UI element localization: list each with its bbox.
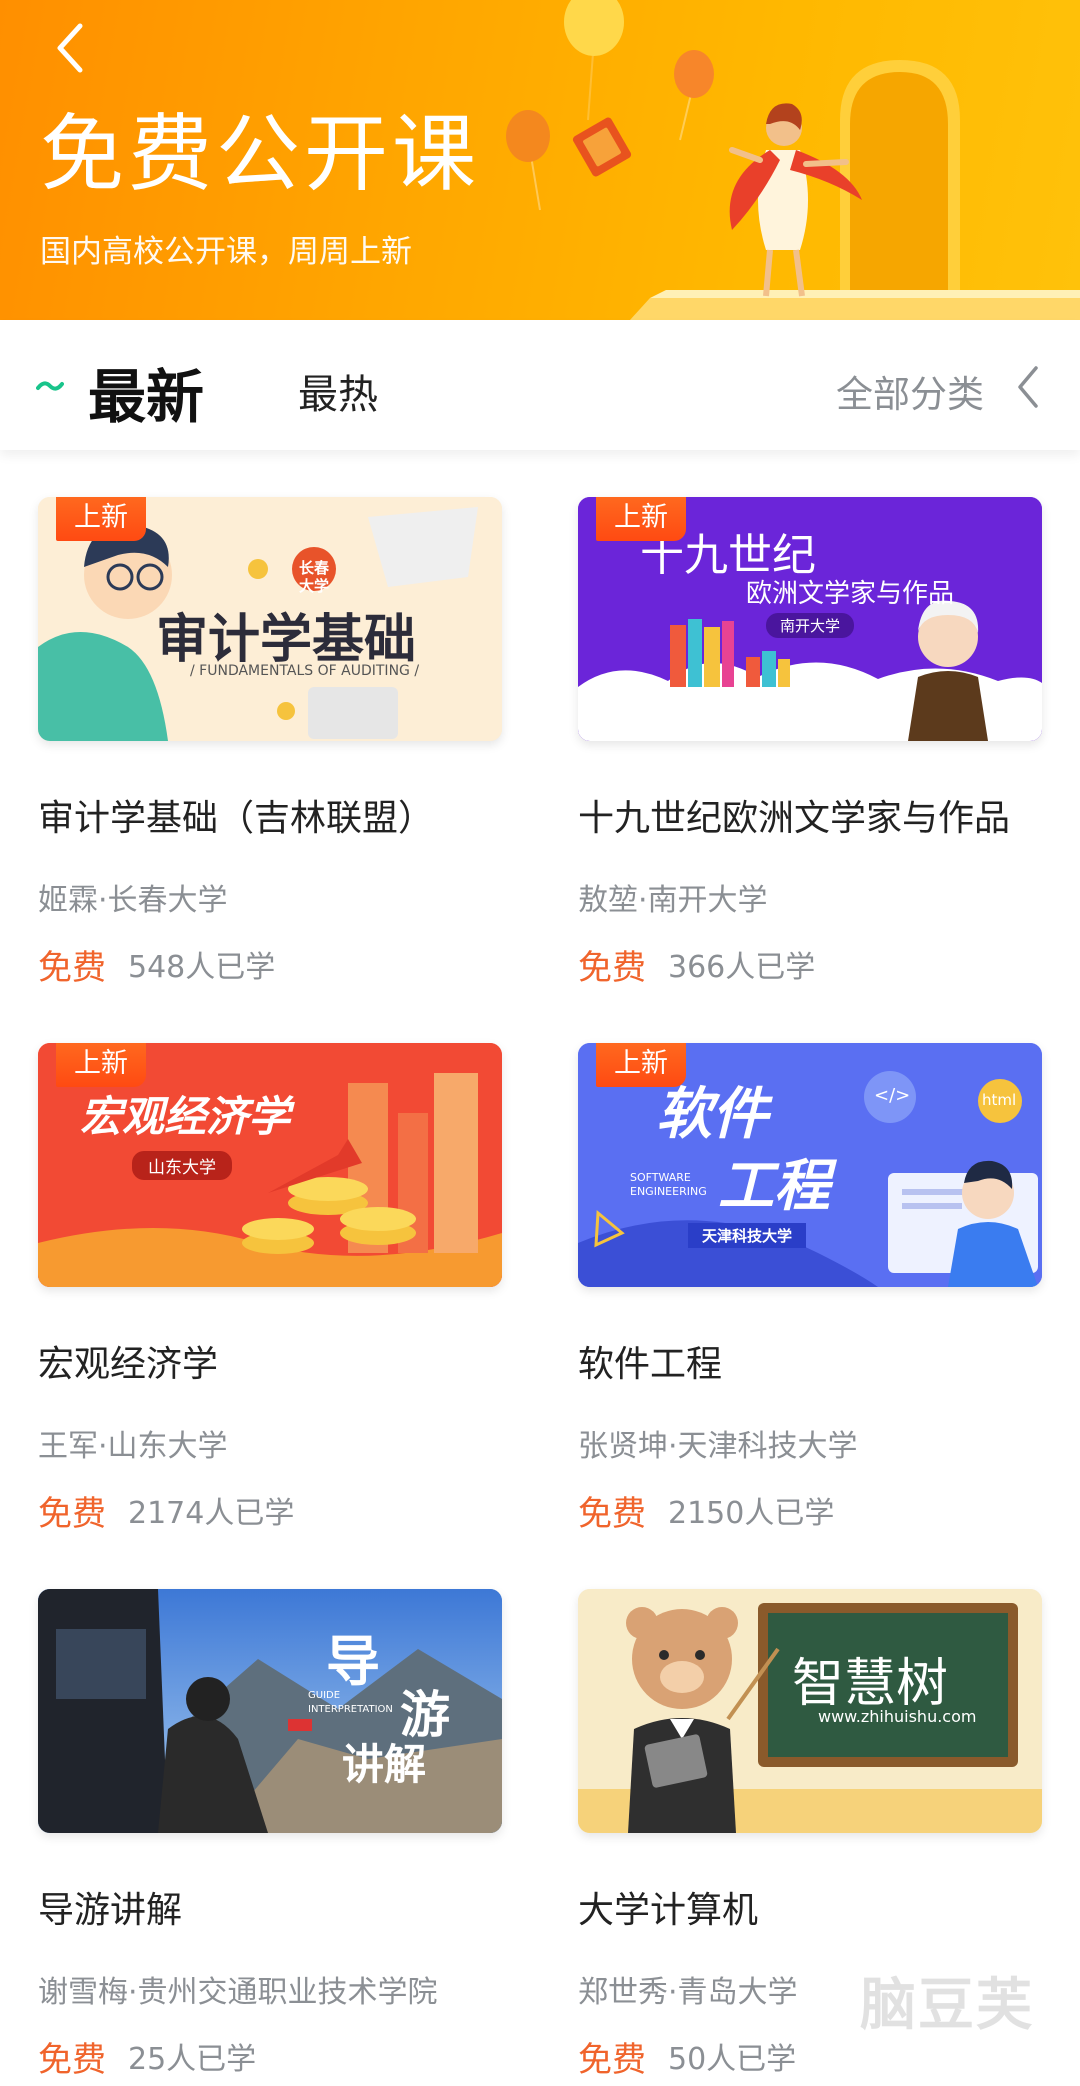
course-thumbnail[interactable]: 上新 十九世纪 欧洲文学家与作品 南开大学 xyxy=(578,497,1042,741)
course-learner-count: 25人已学 xyxy=(128,2042,257,2077)
course-price: 免费 xyxy=(578,1494,646,1534)
page-subtitle: 国内高校公开课，周周上新 xyxy=(40,234,412,270)
course-learner-count: 50人已学 xyxy=(668,2042,797,2077)
code-icon: </> xyxy=(874,1085,911,1106)
thumbnail-title: 导 xyxy=(326,1630,380,1693)
course-teacher: 王军·山东大学 xyxy=(38,1429,228,1464)
new-badge: 上新 xyxy=(596,497,686,541)
course-card[interactable]: 上新 十九世纪 欧洲文学家与作品 南开大学 十九世纪欧洲文学家与作品 敖堃·南开… xyxy=(578,497,1044,988)
course-thumbnail[interactable]: 导 游 讲解 GUIDE INTERPRETATION xyxy=(38,1589,502,1833)
course-card[interactable]: 导 游 讲解 GUIDE INTERPRETATION 导游讲解 谢雪梅·贵州交… xyxy=(38,1589,504,2080)
course-price: 免费 xyxy=(38,2040,106,2080)
course-learner-count: 2174人已学 xyxy=(128,1496,295,1531)
course-learner-count: 366人已学 xyxy=(668,950,816,985)
course-teacher: 姬霖·长春大学 xyxy=(38,883,228,918)
thumbnail-title-line3: 讲解 xyxy=(342,1740,427,1789)
course-price: 免费 xyxy=(38,948,106,988)
tab-latest[interactable]: 最新 xyxy=(88,350,204,434)
thumbnail-school-tag: 山东大学 xyxy=(132,1151,232,1180)
new-badge: 上新 xyxy=(56,1043,146,1087)
thumbnail-title-line2: 工程 xyxy=(718,1154,830,1219)
course-title: 软件工程 xyxy=(578,1344,723,1385)
html-icon: html xyxy=(982,1091,1017,1109)
thumbnail-subtitle: / FUNDAMENTALS OF AUDITING / xyxy=(190,663,420,679)
chevron-left-icon[interactable] xyxy=(1012,362,1042,412)
course-title: 十九世纪欧洲文学家与作品 xyxy=(578,798,1011,839)
thumbnail-title: 宏观经济学 xyxy=(80,1092,291,1141)
course-price: 免费 xyxy=(578,2040,646,2080)
page-title: 免费公开课 xyxy=(40,105,481,203)
course-thumbnail[interactable]: 上新 审计学基础 / FUNDAMENTALS OF AUDITING / 长春… xyxy=(38,497,502,741)
thumbnail-school-tag: 天津科技大学 xyxy=(688,1223,807,1248)
watermark-logo: 脑豆芙 xyxy=(860,1973,1034,2038)
course-teacher: 谢雪梅·贵州交通职业技术学院 xyxy=(38,1975,438,2010)
thumbnail-subtitle: SOFTWARE ENGINEERING xyxy=(630,1171,707,1198)
course-price: 免费 xyxy=(38,1494,106,1534)
course-card[interactable]: 智慧树 www.zhihuishu.com 大学计算机 郑世秀·青岛大学 免费 … xyxy=(578,1589,1044,2080)
new-badge: 上新 xyxy=(56,497,146,541)
course-title: 审计学基础（吉林联盟） xyxy=(38,798,435,839)
thumbnail-subtitle: GUIDE INTERPRETATION xyxy=(308,1690,393,1715)
banner-illustration xyxy=(506,0,1080,320)
course-price: 免费 xyxy=(578,948,646,988)
thumbnail-school-tag: 长春大学 xyxy=(298,559,329,595)
course-teacher: 张贤坤·天津科技大学 xyxy=(578,1429,858,1464)
new-badge: 上新 xyxy=(596,1043,686,1087)
course-card[interactable]: 上新 软件 工程 SOFTWARE ENGINEERING 天津科技大学 </>… xyxy=(578,1043,1044,1534)
thumbnail-title: 审计学基础 xyxy=(156,610,417,670)
course-teacher: 敖堃·南开大学 xyxy=(578,883,768,918)
course-thumbnail[interactable]: 上新 宏观经济学 山东大学 xyxy=(38,1043,502,1287)
thumbnail-subtitle: 欧洲文学家与作品 xyxy=(746,579,955,609)
course-learner-count: 2150人已学 xyxy=(668,1496,835,1531)
thumbnail-title: 智慧树 xyxy=(792,1654,949,1714)
course-card[interactable]: 上新 宏观经济学 山东大学 宏观经济学 王军·山东大学 免费 2174人已学 xyxy=(38,1043,504,1534)
all-categories-button[interactable]: 全部分类 xyxy=(836,364,984,418)
course-learner-count: 548人已学 xyxy=(128,950,276,985)
course-title: 导游讲解 xyxy=(38,1890,183,1931)
course-title: 大学计算机 xyxy=(578,1890,759,1931)
course-thumbnail[interactable]: 智慧树 www.zhihuishu.com xyxy=(578,1589,1042,1833)
course-teacher: 郑世秀·青岛大学 xyxy=(578,1975,798,2010)
tab-bar: 最新 最热 全部分类 xyxy=(0,320,1080,450)
active-tab-indicator-icon xyxy=(36,381,64,391)
course-title: 宏观经济学 xyxy=(38,1344,219,1385)
thumbnail-url: www.zhihuishu.com xyxy=(818,1707,977,1726)
header-banner: 免费公开课 国内高校公开课，周周上新 xyxy=(0,0,1080,320)
tab-hot[interactable]: 最热 xyxy=(298,362,378,420)
thumbnail-school-tag: 南开大学 xyxy=(766,613,855,638)
back-arrow-icon[interactable] xyxy=(44,18,104,78)
course-card[interactable]: 上新 审计学基础 / FUNDAMENTALS OF AUDITING / 长春… xyxy=(38,497,504,988)
course-thumbnail[interactable]: 上新 软件 工程 SOFTWARE ENGINEERING 天津科技大学 </>… xyxy=(578,1043,1042,1287)
